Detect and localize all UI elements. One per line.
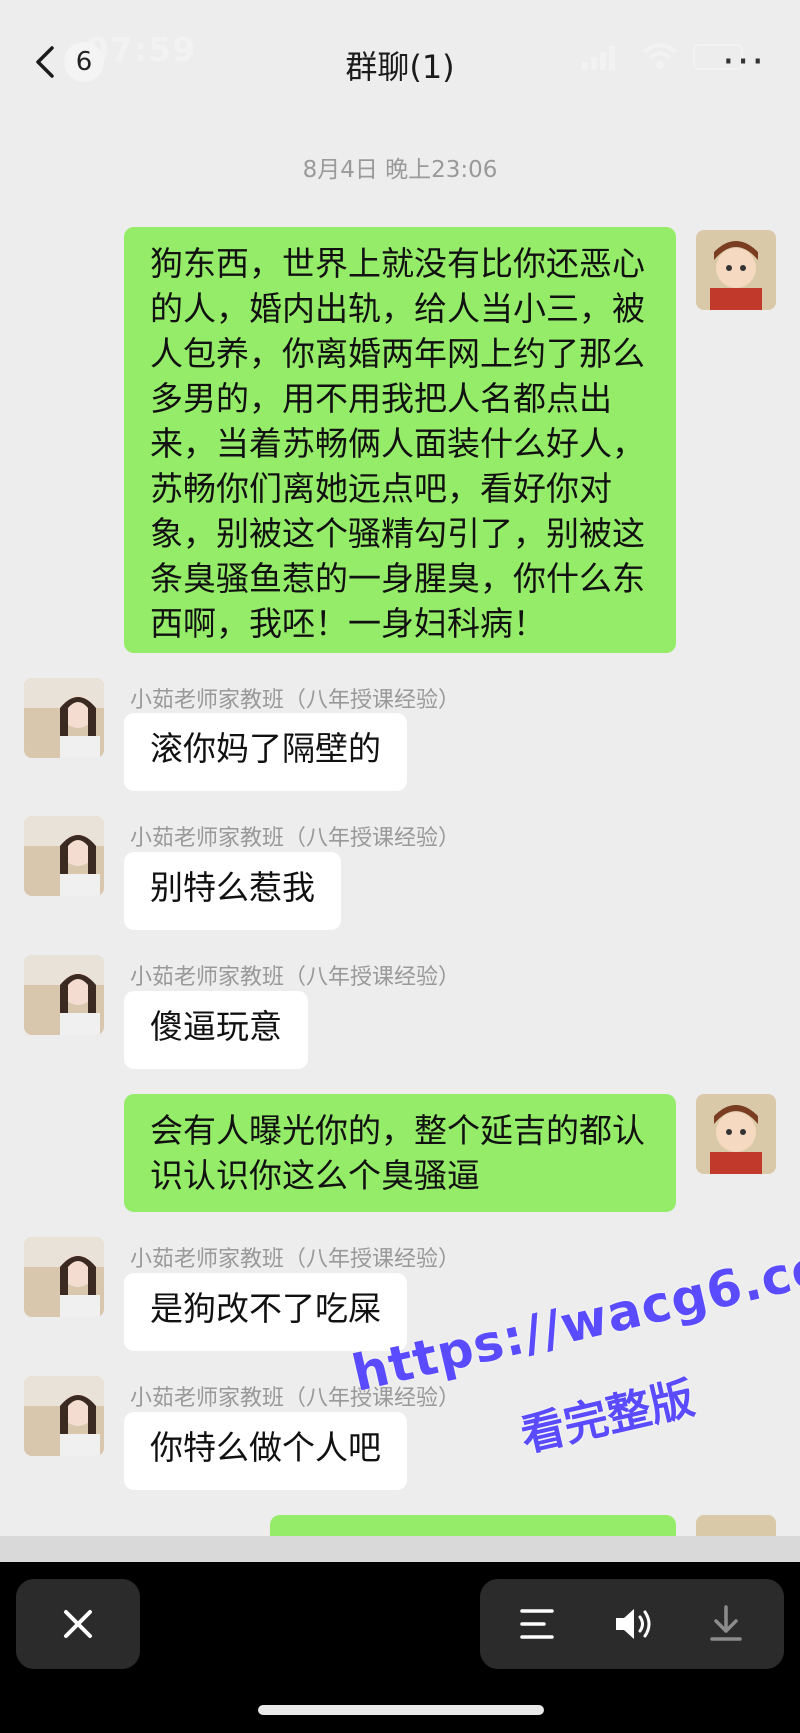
avatar-other[interactable] — [24, 816, 104, 896]
message-bubble-other[interactable]: 别特么惹我 — [124, 852, 341, 930]
sender-name: 小茹老师家教班（八年授课经验） — [130, 826, 461, 851]
sender-name: 小茹老师家教班（八年授课经验） — [130, 1247, 461, 1272]
sender-name: 小茹老师家教班（八年授课经验） — [130, 688, 461, 713]
avatar-other[interactable] — [24, 1237, 104, 1317]
message-bubble-other[interactable]: 滚你妈了隔壁的 — [124, 713, 407, 791]
viewer-actions — [480, 1579, 784, 1669]
message-bubble-other[interactable]: 傻逼玩意 — [124, 991, 308, 1069]
download-icon[interactable] — [706, 1603, 746, 1645]
avatar-other[interactable] — [24, 955, 104, 1035]
speaker-icon[interactable] — [612, 1605, 654, 1643]
watermark-caption: 看完整版 — [516, 1372, 700, 1463]
close-icon — [64, 1610, 92, 1638]
avatar-self[interactable] — [696, 1094, 776, 1174]
avatar-self[interactable] — [696, 230, 776, 310]
message-bubble-self[interactable]: 狗东西，世界上就没有比你还恶心的人，婚内出轨，给人当小三，被人包养，你离婚两年网… — [124, 227, 676, 653]
input-area-edge — [0, 1536, 800, 1562]
avatar-other[interactable] — [24, 678, 104, 758]
message-bubble-other[interactable]: 你特么做个人吧 — [124, 1412, 407, 1490]
menu-icon[interactable] — [518, 1605, 558, 1643]
more-options-icon[interactable]: ··· — [722, 42, 766, 82]
message-bubble-other[interactable]: 是狗改不了吃屎 — [124, 1273, 407, 1351]
close-button[interactable] — [16, 1579, 140, 1669]
avatar-other[interactable] — [24, 1376, 104, 1456]
message-bubble-self[interactable]: 会有人曝光你的，整个延吉的都认识认识你这么个臭骚逼 — [124, 1094, 676, 1212]
sender-name: 小茹老师家教班（八年授课经验） — [130, 965, 461, 990]
message-timestamp: 8月4日 晚上23:06 — [302, 157, 498, 183]
chat-title: 群聊(1) — [345, 48, 455, 86]
home-indicator[interactable] — [258, 1705, 544, 1715]
